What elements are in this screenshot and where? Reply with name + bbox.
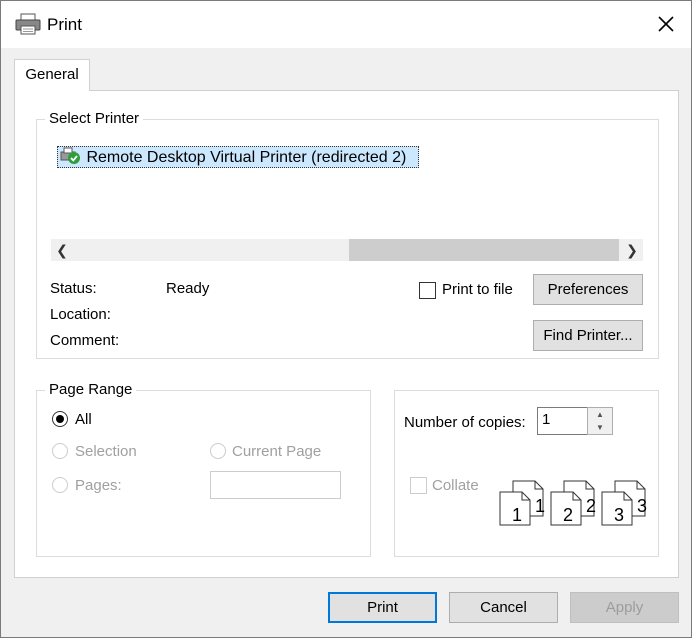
printer-item-remote-desktop[interactable]: Remote Desktop Virtual Printer (redirect… (57, 146, 420, 168)
pages-radio[interactable] (52, 477, 68, 493)
select-printer-title: Select Printer (45, 110, 144, 128)
collate-checkbox[interactable] (410, 477, 427, 494)
collate-page-2-icon: 2 2 (550, 480, 596, 526)
printer-name: Remote Desktop Virtual Printer (redirect… (86, 149, 407, 166)
all-label[interactable]: All (75, 411, 92, 428)
pages-label[interactable]: Pages: (75, 477, 122, 494)
collate-page-label: 1 (512, 505, 522, 525)
close-icon[interactable] (655, 13, 677, 35)
collate-page-label: 3 (614, 505, 624, 525)
print-dialog: Print General Select Printer Remote Desk… (0, 0, 692, 638)
print-to-file-label[interactable]: Print to file (442, 281, 513, 298)
preferences-button[interactable]: Preferences (533, 274, 643, 305)
copies-spinner[interactable]: ▲ ▼ (587, 407, 613, 435)
location-label: Location: (50, 306, 111, 323)
scroll-right-icon[interactable]: ❯ (621, 239, 643, 261)
apply-button[interactable]: Apply (570, 592, 679, 623)
selection-label[interactable]: Selection (75, 443, 137, 460)
tab-general[interactable]: General (14, 59, 90, 91)
current-page-label[interactable]: Current Page (232, 443, 321, 460)
title-bar: Print (1, 1, 691, 48)
collate-page-3-icon: 3 3 (601, 480, 647, 526)
collate-page-label: 2 (563, 505, 573, 525)
status-value: Ready (166, 280, 210, 297)
printer-icon (15, 13, 41, 35)
comment-label: Comment: (50, 332, 120, 349)
print-to-file-checkbox[interactable] (419, 282, 436, 299)
printer-list[interactable]: Remote Desktop Virtual Printer (redirect… (53, 142, 639, 238)
collate-page-1-icon: 1 1 (499, 480, 545, 526)
all-radio[interactable] (52, 411, 68, 427)
spin-up-icon[interactable]: ▲ (588, 408, 612, 421)
pages-input[interactable] (210, 471, 341, 499)
collate-label[interactable]: Collate (432, 477, 479, 494)
status-label: Status: (50, 280, 97, 297)
find-printer-button[interactable]: Find Printer... (533, 320, 643, 351)
copies-input[interactable]: 1 (537, 407, 589, 435)
current-page-radio[interactable] (210, 443, 226, 459)
cancel-button[interactable]: Cancel (449, 592, 558, 623)
scroll-thumb[interactable] (349, 239, 619, 261)
scroll-left-icon[interactable]: ❮ (51, 239, 73, 261)
copies-label: Number of copies: (404, 414, 526, 431)
collate-page-label: 3 (637, 496, 647, 516)
printer-default-icon (60, 147, 80, 164)
selection-radio[interactable] (52, 443, 68, 459)
collate-page-label: 2 (586, 496, 596, 516)
spin-down-icon[interactable]: ▼ (588, 421, 612, 434)
page-range-title: Page Range (45, 381, 137, 399)
window-title: Print (47, 15, 82, 34)
print-button[interactable]: Print (328, 592, 437, 623)
collate-page-label: 1 (535, 496, 545, 516)
printer-list-scrollbar[interactable]: ❮ ❯ (51, 239, 643, 261)
